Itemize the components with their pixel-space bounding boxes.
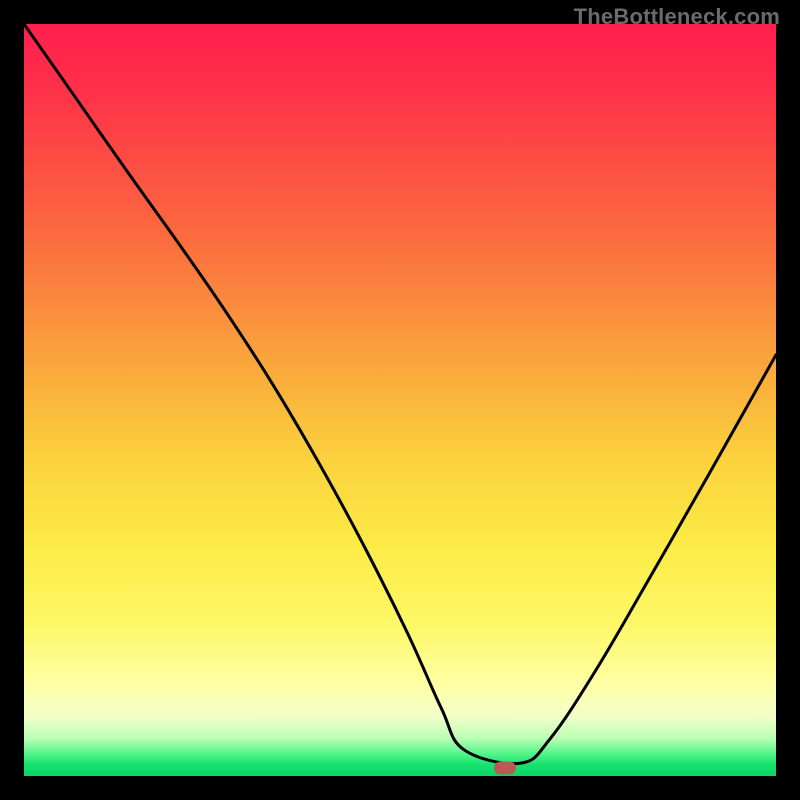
watermark-text: TheBottleneck.com: [574, 4, 780, 30]
bottleneck-curve: [24, 24, 776, 776]
plot-area: [24, 24, 776, 776]
curve-path: [24, 24, 776, 764]
chart-frame: TheBottleneck.com: [0, 0, 800, 800]
valley-marker: [494, 762, 516, 775]
